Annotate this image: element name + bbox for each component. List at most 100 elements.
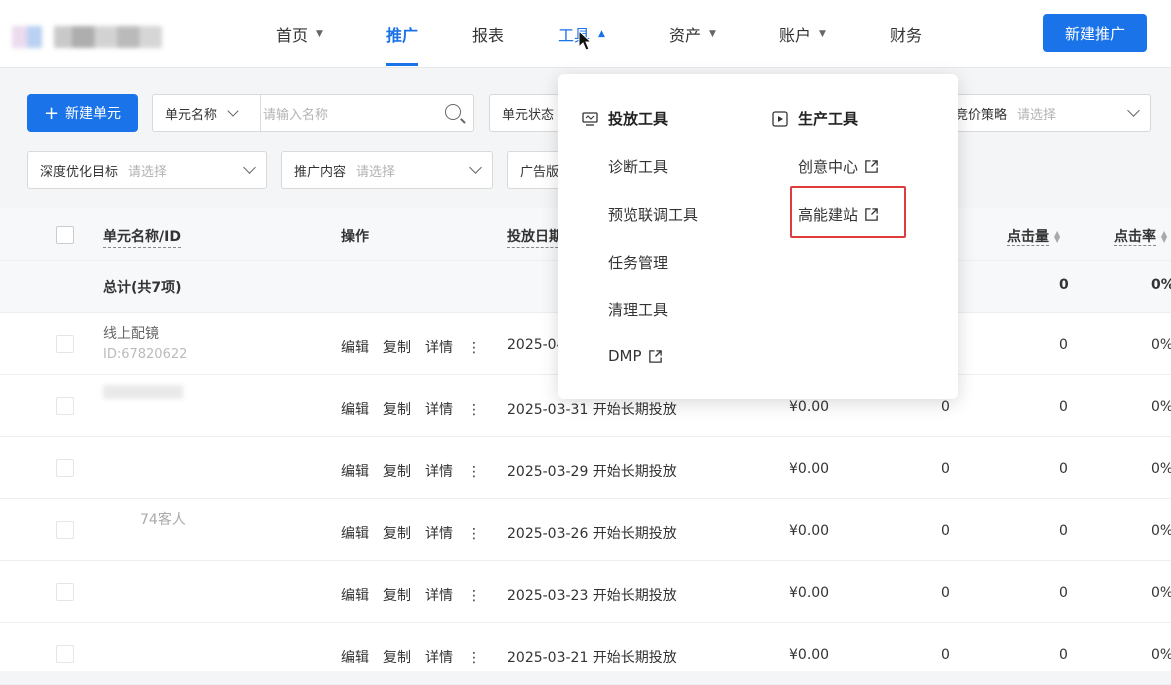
edit-link[interactable]: 编辑: [341, 464, 369, 480]
edit-link[interactable]: 编辑: [341, 588, 369, 604]
nav-finance[interactable]: 财务: [890, 0, 922, 68]
chevron-down-icon: [243, 161, 256, 174]
header-unit-name[interactable]: 单元名称/ID: [103, 226, 181, 248]
menu-item-cleanup[interactable]: 清理工具: [608, 299, 668, 320]
table-row: 编辑 复制 详情 ⋮ 2025-03-29 开始长期投放 ¥0.00 0 0 0%: [0, 437, 1171, 499]
search-icon[interactable]: [445, 104, 461, 120]
new-promotion-button[interactable]: 新建推广: [1043, 14, 1147, 52]
unit-name-input[interactable]: 请输入名称: [263, 104, 328, 123]
more-icon[interactable]: ⋮: [467, 464, 481, 480]
detail-link[interactable]: 详情: [425, 588, 453, 604]
row-clicks: 0: [1059, 461, 1068, 477]
caret-down-icon: ▼: [316, 29, 323, 39]
row-ctr: 0%: [1151, 523, 1171, 539]
nav-account[interactable]: 账户 ▼: [779, 0, 826, 68]
play-box-icon: [772, 110, 788, 127]
edit-link[interactable]: 编辑: [341, 650, 369, 666]
detail-link[interactable]: 详情: [425, 526, 453, 542]
nav-promotion[interactable]: 推广: [386, 0, 419, 68]
copy-link[interactable]: 复制: [383, 402, 411, 418]
more-icon[interactable]: ⋮: [467, 340, 481, 356]
row-checkbox[interactable]: [56, 645, 74, 663]
more-icon[interactable]: ⋮: [467, 402, 481, 418]
unit-name[interactable]: 线上配镜: [103, 323, 159, 343]
row-metric: 0: [941, 461, 950, 477]
menu-item-preview-debug[interactable]: 预览联调工具: [608, 204, 698, 225]
row-clicks: 0: [1059, 585, 1068, 601]
row-date: 2025-03-23 开始长期投放: [507, 588, 677, 604]
row-clicks: 0: [1059, 399, 1068, 415]
nav-home[interactable]: 首页 ▼: [276, 0, 323, 68]
header-clicks-label: 点击量: [1007, 229, 1049, 246]
copy-link[interactable]: 复制: [383, 464, 411, 480]
deep-optimization-select[interactable]: 深度优化目标 请选择: [27, 151, 267, 189]
select-all-checkbox[interactable]: [56, 226, 74, 244]
more-icon[interactable]: ⋮: [467, 650, 481, 666]
highlight-box: [790, 186, 906, 238]
detail-link[interactable]: 详情: [425, 464, 453, 480]
row-metric: 0: [941, 399, 950, 415]
menu-item-creative-center[interactable]: 创意中心: [798, 156, 879, 177]
row-operations: 编辑 复制 详情 ⋮: [341, 337, 495, 357]
delivery-tools-heading: 投放工具: [582, 108, 668, 129]
row-cost: ¥0.00: [789, 523, 830, 539]
unit-name[interactable]: 74客人: [140, 509, 186, 529]
header-ctr-label: 点击率: [1114, 229, 1156, 246]
header-date[interactable]: 投放日期: [507, 226, 563, 248]
detail-link[interactable]: 详情: [425, 650, 453, 666]
copy-link[interactable]: 复制: [383, 588, 411, 604]
row-metric: 0: [941, 585, 950, 601]
copy-link[interactable]: 复制: [383, 650, 411, 666]
nav-account-label: 账户: [779, 26, 812, 45]
production-tools-heading: 生产工具: [772, 108, 858, 129]
unit-name-select[interactable]: 单元名称: [165, 104, 217, 123]
plus-icon: +: [43, 102, 60, 124]
copy-link[interactable]: 复制: [383, 526, 411, 542]
row-clicks: 0: [1059, 523, 1068, 539]
unit-name-redacted: [103, 385, 183, 399]
row-operations: 编辑 复制 详情 ⋮: [341, 399, 495, 419]
nav-report-label: 报表: [472, 26, 505, 45]
menu-item-creative-center-label: 创意中心: [798, 158, 859, 176]
production-tools-title: 生产工具: [798, 110, 859, 128]
caret-down-icon: ▼: [709, 29, 716, 39]
row-operations: 编辑 复制 详情 ⋮: [341, 585, 495, 605]
bid-strategy-select[interactable]: 竞价策略 请选择: [940, 94, 1151, 132]
more-icon[interactable]: ⋮: [467, 588, 481, 604]
edit-link[interactable]: 编辑: [341, 340, 369, 356]
nav-report[interactable]: 报表: [472, 0, 504, 68]
row-date: 2025-04: [507, 337, 566, 353]
nav-assets-label: 资产: [669, 26, 702, 45]
sort-icon[interactable]: ▲ ▼: [1054, 230, 1060, 244]
edit-link[interactable]: 编辑: [341, 402, 369, 418]
row-checkbox[interactable]: [56, 521, 74, 539]
row-clicks: 0: [1059, 337, 1068, 353]
row-cost: ¥0.00: [789, 461, 830, 477]
chevron-down-icon: [469, 161, 482, 174]
menu-item-dmp[interactable]: DMP: [608, 347, 663, 365]
promo-content-select[interactable]: 推广内容 请选择: [281, 151, 493, 189]
row-ctr: 0%: [1151, 337, 1171, 353]
row-checkbox[interactable]: [56, 459, 74, 477]
row-operations: 编辑 复制 详情 ⋮: [341, 523, 495, 543]
chevron-down-icon: [227, 105, 239, 117]
sort-icon[interactable]: ▲ ▼: [1161, 230, 1167, 244]
row-checkbox[interactable]: [56, 397, 74, 415]
header-operation: 操作: [341, 229, 369, 245]
nav-assets[interactable]: 资产 ▼: [669, 0, 716, 68]
header-clicks[interactable]: 点击量 ▲ ▼: [1007, 226, 1060, 246]
row-cost: ¥0.00: [789, 585, 830, 601]
copy-link[interactable]: 复制: [383, 340, 411, 356]
unit-status-select[interactable]: 单元状态: [489, 94, 569, 132]
more-icon[interactable]: ⋮: [467, 526, 481, 542]
header-ctr[interactable]: 点击率 ▲ ▼: [1114, 226, 1167, 246]
row-checkbox[interactable]: [56, 583, 74, 601]
menu-item-task-management[interactable]: 任务管理: [608, 252, 668, 273]
detail-link[interactable]: 详情: [425, 402, 453, 418]
menu-item-diagnosis[interactable]: 诊断工具: [608, 156, 668, 177]
row-checkbox[interactable]: [56, 335, 74, 353]
detail-link[interactable]: 详情: [425, 340, 453, 356]
new-unit-button[interactable]: + 新建单元: [27, 94, 138, 132]
row-metric: 0: [941, 647, 950, 663]
edit-link[interactable]: 编辑: [341, 526, 369, 542]
